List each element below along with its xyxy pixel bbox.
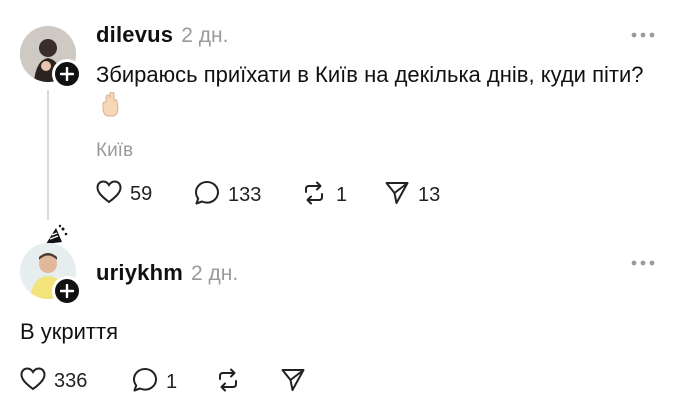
post-time: 2 дн. (181, 24, 229, 47)
like-button[interactable]: 336 (20, 367, 87, 396)
location-tag[interactable]: Київ (96, 140, 133, 162)
post-header: dilevus 2 дн. (96, 22, 228, 48)
share-icon (280, 367, 306, 398)
comment-icon (194, 180, 220, 211)
comment-count: 1 (166, 371, 178, 393)
comment-button[interactable]: 1 (132, 367, 177, 398)
heart-icon (96, 180, 122, 209)
repost-icon (214, 367, 242, 398)
thread-line (47, 90, 49, 220)
comment-icon (132, 367, 158, 398)
repost-icon (300, 180, 328, 211)
post-body: Збираюсь приїхати в Київ на декілька дні… (96, 62, 644, 87)
reply-header: uriykhm 2 дн. (96, 260, 238, 286)
share-icon (384, 180, 410, 211)
share-count: 13 (418, 184, 441, 206)
comment-button[interactable]: 133 (194, 180, 261, 211)
follow-plus-icon[interactable] (52, 276, 82, 306)
username[interactable]: dilevus (96, 22, 173, 48)
more-icon[interactable] (630, 250, 656, 273)
repost-count: 1 (336, 184, 348, 206)
post-text: Збираюсь приїхати в Київ на декілька дні… (96, 58, 656, 128)
reply-text: В укриття (20, 319, 119, 344)
hand-emoji-icon (100, 91, 122, 128)
comment-count: 133 (228, 184, 262, 206)
reply-time: 2 дн. (190, 262, 239, 285)
follow-plus-icon[interactable] (52, 59, 82, 89)
share-button[interactable]: 13 (384, 180, 440, 211)
username[interactable]: uriykhm (96, 260, 183, 286)
like-count: 336 (54, 370, 88, 392)
repost-button[interactable]: 1 (300, 180, 347, 211)
repost-button[interactable] (214, 367, 242, 398)
share-button[interactable] (280, 367, 306, 398)
like-count: 59 (130, 183, 153, 205)
heart-icon (20, 367, 46, 396)
more-icon[interactable] (630, 22, 656, 45)
like-button[interactable]: 59 (96, 180, 152, 209)
